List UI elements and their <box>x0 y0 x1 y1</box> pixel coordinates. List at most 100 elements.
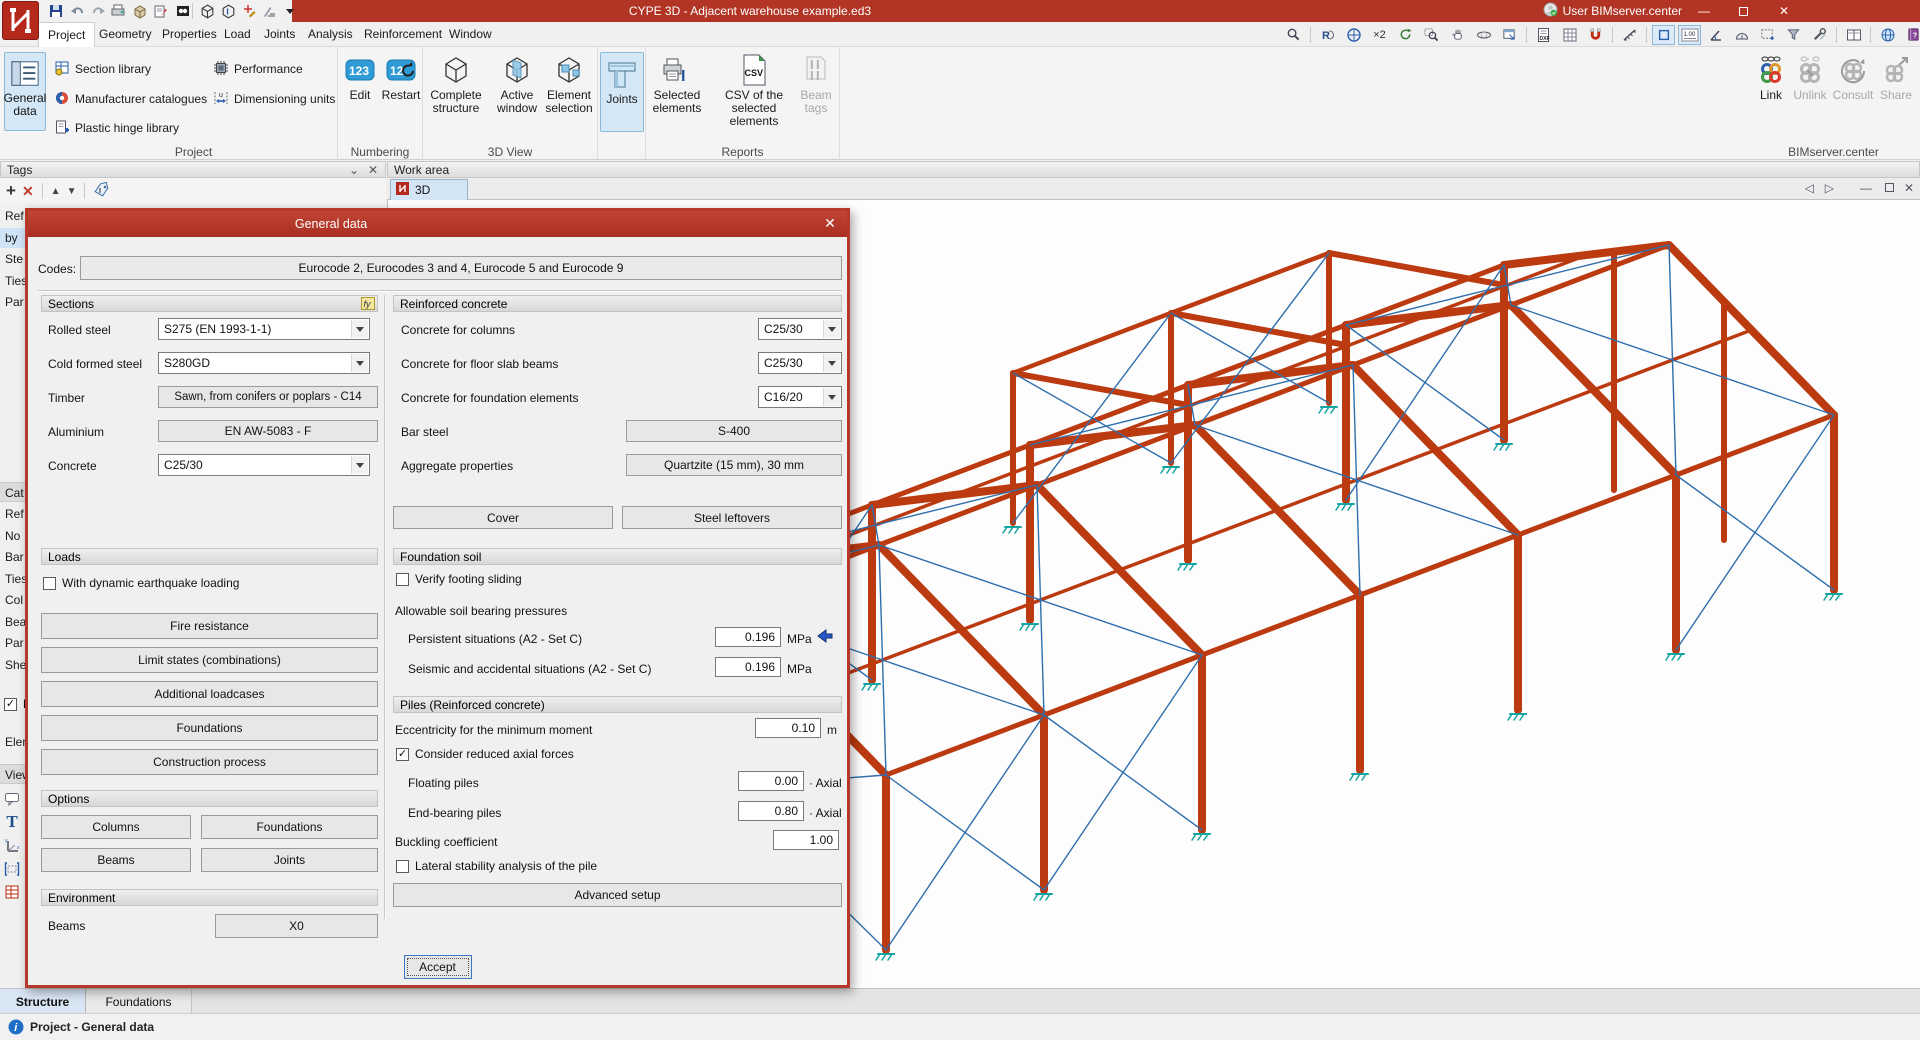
options-beams-button[interactable]: Beams <box>41 848 191 872</box>
menu-geometry[interactable]: Geometry <box>90 22 161 47</box>
angle-icon[interactable] <box>1704 25 1727 45</box>
comment-icon[interactable] <box>3 790 21 808</box>
general-data-button[interactable]: General data <box>4 52 46 131</box>
close-view-icon[interactable]: ✕ <box>1904 181 1914 195</box>
aggregate-properties-button[interactable]: Quartzite (15 mm), 30 mm <box>626 454 842 476</box>
menu-reinforcement[interactable]: Reinforcement <box>355 22 451 47</box>
ortho-mode-icon[interactable] <box>1652 25 1675 45</box>
beam-tags-button[interactable]: IIII Beam tags <box>794 53 838 115</box>
seismic-pressure-field[interactable]: 0.196 <box>715 657 781 677</box>
minimize-button[interactable]: — <box>1688 0 1720 22</box>
accept-button[interactable]: Accept <box>404 955 472 979</box>
menu-window[interactable]: Window <box>440 22 501 47</box>
web-globe-icon[interactable] <box>1876 25 1899 45</box>
tools-icon[interactable] <box>1808 25 1831 45</box>
tab-foundations[interactable]: Foundations <box>86 989 192 1014</box>
concrete-dropdown[interactable]: C25/30 <box>158 454 370 476</box>
performance-button[interactable]: Performance <box>213 61 303 77</box>
bim-share-button[interactable]: Share <box>1875 53 1917 102</box>
menu-project[interactable]: Project <box>38 22 95 47</box>
options-foundations-button[interactable]: Foundations <box>201 815 378 839</box>
bim-consult-button[interactable]: Consult <box>1831 53 1875 102</box>
restore-default-arrow-icon[interactable] <box>816 626 836 649</box>
csv-report-button[interactable]: CSV CSV of the selected elements <box>708 53 800 128</box>
numbering-restart-button[interactable]: 12 Restart <box>380 53 422 102</box>
additional-loadcases-button[interactable]: Additional loadcases <box>41 681 378 707</box>
tag-label-button[interactable]: I <box>93 182 110 201</box>
dialog-header[interactable]: General data ✕ <box>28 211 847 237</box>
bim-link-button[interactable]: Link <box>1752 53 1790 102</box>
table-grid-icon[interactable] <box>3 883 21 901</box>
options-columns-button[interactable]: Columns <box>41 815 191 839</box>
end-bearing-piles-field[interactable]: 0.80 <box>738 801 804 821</box>
eccentricity-field[interactable]: 0.10 <box>755 718 821 738</box>
material-properties-icon[interactable]: fy <box>361 297 375 313</box>
pan-icon[interactable] <box>1446 25 1469 45</box>
dxf-template-icon[interactable]: DXF <box>1532 25 1555 45</box>
timber-button[interactable]: Sawn, from conifers or poplars - C14 <box>158 386 378 408</box>
menu-joints[interactable]: Joints <box>255 22 304 47</box>
help-book-icon[interactable]: ? <box>1902 25 1920 45</box>
floating-piles-field[interactable]: 0.00 <box>738 771 804 791</box>
orbit-icon[interactable] <box>1472 25 1495 45</box>
active-window-button[interactable]: Active window <box>489 53 545 115</box>
maximize-button[interactable] <box>1727 0 1759 22</box>
codes-field[interactable]: Eurocode 2, Eurocodes 3 and 4, Eurocode … <box>80 256 842 280</box>
send-to-window-icon[interactable] <box>1498 25 1521 45</box>
manufacturer-catalogues-button[interactable]: Manufacturer catalogues <box>54 91 207 107</box>
search-icon[interactable] <box>1282 25 1305 45</box>
tab-structure[interactable]: Structure <box>0 989 86 1014</box>
axes-icon[interactable]: yx <box>3 837 21 855</box>
minimize-view-icon[interactable]: ― <box>1860 181 1872 195</box>
concrete-floor-dropdown[interactable]: C25/30 <box>758 352 842 374</box>
verify-footing-sliding-checkbox[interactable]: Verify footing sliding <box>396 572 522 586</box>
bim-unlink-button[interactable]: Unlink <box>1790 53 1830 102</box>
scale-icon[interactable]: 1.00 <box>1678 25 1701 45</box>
close-panel-icon[interactable]: ✕ <box>368 163 378 177</box>
zoom-previous-icon[interactable]: R <box>1316 25 1339 45</box>
limit-states-button[interactable]: Limit states (combinations) <box>41 647 378 673</box>
cover-button[interactable]: Cover <box>393 506 613 529</box>
buckling-coefficient-field[interactable]: 1.00 <box>773 830 839 850</box>
fire-resistance-button[interactable]: Fire resistance <box>41 613 378 639</box>
rolled-steel-dropdown[interactable]: S275 (EN 1993-1-1) <box>158 318 370 340</box>
restore-view-icon[interactable] <box>1885 181 1894 195</box>
options-joints-button[interactable]: Joints <box>201 848 378 872</box>
element-selection-button[interactable]: Element selection <box>541 53 597 115</box>
complete-structure-button[interactable]: Complete structure <box>424 53 488 115</box>
bar-steel-button[interactable]: S-400 <box>626 420 842 442</box>
bimserver-user[interactable]: User BIMserver.center <box>1543 0 1682 22</box>
numbering-edit-button[interactable]: 123 Edit <box>340 53 380 102</box>
add-tag-button[interactable]: + <box>6 181 16 201</box>
move-tag-up-button[interactable]: ▲ <box>51 186 61 197</box>
next-view-arrow-icon[interactable]: ▷ <box>1825 181 1834 195</box>
foundations-button[interactable]: Foundations <box>41 715 378 741</box>
menu-analysis[interactable]: Analysis <box>299 22 362 47</box>
dialog-close-icon[interactable]: ✕ <box>821 215 839 232</box>
advanced-setup-button[interactable]: Advanced setup <box>393 883 842 907</box>
concrete-columns-dropdown[interactable]: C25/30 <box>758 318 842 340</box>
protractor-icon[interactable] <box>1730 25 1753 45</box>
aluminium-button[interactable]: EN AW-5083 - F <box>158 420 378 442</box>
tab-3d[interactable]: 3D <box>390 179 468 200</box>
dwg-layers-icon[interactable] <box>1558 25 1581 45</box>
lateral-stability-checkbox[interactable]: Lateral stability analysis of the pile <box>396 859 597 873</box>
cold-formed-steel-dropdown[interactable]: S280GD <box>158 352 370 374</box>
section-library-button[interactable]: Section library <box>54 61 151 77</box>
environment-beams-button[interactable]: X0 <box>215 914 378 938</box>
joints-toggle-button[interactable]: Joints <box>600 52 644 132</box>
construction-process-button[interactable]: Construction process <box>41 749 378 775</box>
concrete-foundation-dropdown[interactable]: C16/20 <box>758 386 842 408</box>
persistent-pressure-field[interactable]: 0.196 <box>715 627 781 647</box>
collapse-panel-icon[interactable]: ⌄ <box>349 163 359 177</box>
reduced-axial-forces-checkbox[interactable]: ✓ Consider reduced axial forces <box>396 747 574 761</box>
delete-tag-button[interactable]: ✕ <box>22 183 34 200</box>
move-tag-down-button[interactable]: ▼ <box>67 186 77 197</box>
dynamic-earthquake-checkbox[interactable]: With dynamic earthquake loading <box>43 576 239 590</box>
plastic-hinge-library-button[interactable]: Plastic hinge library <box>54 120 179 136</box>
prev-view-arrow-icon[interactable]: ◁ <box>1805 181 1814 195</box>
filter-icon[interactable] <box>1782 25 1805 45</box>
steel-leftovers-button[interactable]: Steel leftovers <box>622 506 842 529</box>
menu-load[interactable]: Load <box>215 22 260 47</box>
split-window-icon[interactable] <box>1842 25 1865 45</box>
